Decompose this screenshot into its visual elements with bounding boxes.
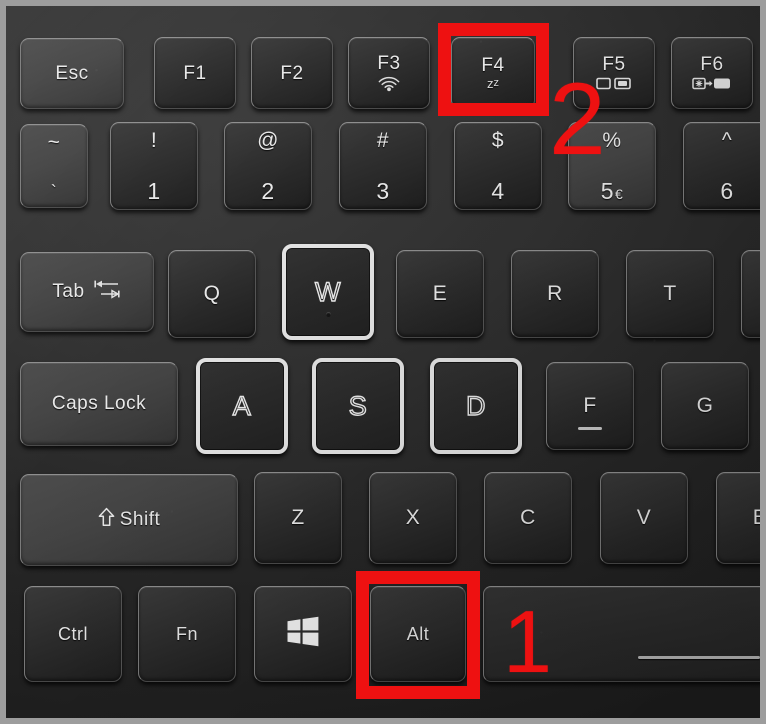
key-t-label: T: [663, 282, 677, 305]
key-e[interactable]: E: [396, 250, 484, 338]
key-6-shift: ^: [721, 129, 733, 152]
key-4-base: 4: [491, 178, 505, 204]
key-grave-shift: ~: [47, 131, 61, 154]
key-c-label: C: [520, 506, 536, 529]
key-6-base: 6: [720, 178, 734, 204]
callout-number-2: 2: [549, 62, 606, 176]
key-4[interactable]: $ 4: [454, 122, 542, 210]
key-x-label: X: [405, 506, 421, 529]
key-w-dot: [326, 312, 331, 317]
key-1[interactable]: ! 1: [110, 122, 198, 210]
key-windows[interactable]: [254, 586, 352, 682]
key-5-base-digit: 5: [600, 178, 614, 204]
key-f3-label: F3: [377, 53, 401, 74]
key-z-label: Z: [291, 506, 305, 529]
key-y-partial[interactable]: [741, 250, 760, 338]
key-b-label: B: [752, 506, 766, 529]
keyboard-photo: Esc F1 F2 F3 F4 zz F5 F6 ~ ` ! 1 @ 2 # 3…: [0, 0, 766, 724]
key-left-shift[interactable]: Shift: [20, 474, 238, 566]
key-d-label: D: [465, 390, 486, 421]
key-esc-label: Esc: [55, 63, 89, 84]
windows-logo-icon: [286, 615, 320, 654]
key-r[interactable]: R: [511, 250, 599, 338]
touchpad-icon: [692, 76, 732, 91]
key-r-label: R: [547, 282, 563, 305]
shift-arrow-icon: [98, 507, 115, 533]
key-g[interactable]: G: [661, 362, 749, 450]
key-s-label: S: [348, 390, 368, 421]
key-3-shift: #: [376, 129, 390, 152]
key-w-label: W: [314, 276, 341, 307]
key-2[interactable]: @ 2: [224, 122, 312, 210]
tab-arrows-icon: [92, 276, 122, 308]
key-z[interactable]: Z: [254, 472, 342, 564]
key-f6-label: F6: [700, 54, 724, 75]
key-a-label: A: [232, 390, 252, 421]
key-f5-label: F5: [602, 54, 626, 75]
key-e-label: E: [432, 282, 448, 305]
key-1-shift: !: [150, 129, 158, 152]
key-ctrl[interactable]: Ctrl: [24, 586, 122, 682]
key-q-label: Q: [203, 282, 221, 305]
spacebar-line: [638, 656, 760, 659]
key-s[interactable]: S: [312, 358, 404, 454]
key-q[interactable]: Q: [168, 250, 256, 338]
key-d[interactable]: D: [430, 358, 522, 454]
key-f2-label: F2: [280, 62, 304, 84]
key-a[interactable]: A: [196, 358, 288, 454]
key-w[interactable]: W: [282, 244, 374, 340]
callout-box-f4: [438, 23, 549, 116]
key-tab-label: Tab: [52, 281, 85, 302]
key-grave-base: `: [50, 182, 58, 202]
key-f6[interactable]: F6: [671, 37, 753, 109]
key-grave[interactable]: ~ `: [20, 124, 88, 208]
key-f-label: F: [583, 394, 597, 417]
key-f2[interactable]: F2: [251, 37, 333, 109]
callout-number-1: 1: [503, 592, 552, 691]
key-3-base: 3: [376, 178, 390, 204]
key-fn[interactable]: Fn: [138, 586, 236, 682]
key-v[interactable]: V: [600, 472, 688, 564]
key-c[interactable]: C: [484, 472, 572, 564]
key-g-label: G: [696, 394, 714, 417]
key-1-base: 1: [147, 178, 161, 204]
key-f1[interactable]: F1: [154, 37, 236, 109]
key-fn-label: Fn: [175, 623, 198, 644]
callout-box-alt: [356, 571, 480, 699]
key-5-base: 5€: [601, 180, 624, 203]
key-v-label: V: [636, 506, 652, 529]
key-2-shift: @: [257, 129, 279, 152]
euro-symbol: €: [615, 186, 624, 202]
key-left-shift-label: Shift: [119, 509, 161, 530]
key-ctrl-label: Ctrl: [58, 623, 88, 644]
key-4-shift: $: [491, 129, 505, 152]
key-3[interactable]: # 3: [339, 122, 427, 210]
key-tab[interactable]: Tab: [20, 252, 154, 332]
wifi-icon: [376, 75, 402, 92]
key-caps-lock-label: Caps Lock: [51, 393, 147, 414]
key-f[interactable]: F: [546, 362, 634, 450]
key-b-partial[interactable]: B: [716, 472, 766, 564]
key-f-homing-bar: [578, 427, 602, 430]
key-x[interactable]: X: [369, 472, 457, 564]
key-caps-lock[interactable]: Caps Lock: [20, 362, 178, 446]
key-f1-label: F1: [183, 62, 207, 84]
key-2-base: 2: [261, 178, 275, 204]
key-f3[interactable]: F3: [348, 37, 430, 109]
key-esc[interactable]: Esc: [20, 38, 124, 109]
key-t[interactable]: T: [626, 250, 714, 338]
key-6[interactable]: ^ 6: [683, 122, 760, 210]
